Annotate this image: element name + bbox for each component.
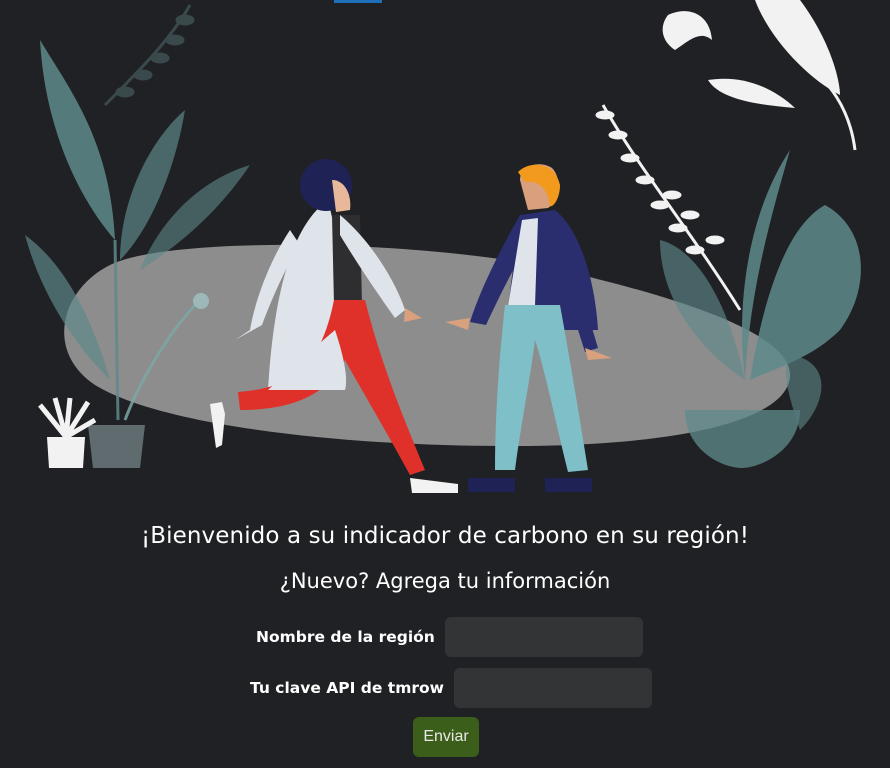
top-right-leaves bbox=[662, 0, 857, 151]
region-form-row: Nombre de la región bbox=[256, 617, 643, 657]
api-form-row: Tu clave API de tmrow bbox=[250, 668, 652, 708]
submit-button[interactable]: Enviar bbox=[413, 717, 479, 757]
region-label: Nombre de la región bbox=[256, 628, 435, 646]
api-key-label: Tu clave API de tmrow bbox=[250, 679, 444, 697]
api-key-input[interactable] bbox=[453, 668, 652, 708]
right-plant bbox=[660, 150, 861, 468]
left-fern bbox=[103, 4, 195, 107]
new-user-subtitle: ¿Nuevo? Agrega tu información bbox=[279, 569, 611, 593]
region-input[interactable] bbox=[444, 617, 643, 657]
hero-illustration bbox=[0, 0, 890, 510]
welcome-heading: ¡Bienvenido a su indicador de carbono en… bbox=[140, 523, 750, 549]
